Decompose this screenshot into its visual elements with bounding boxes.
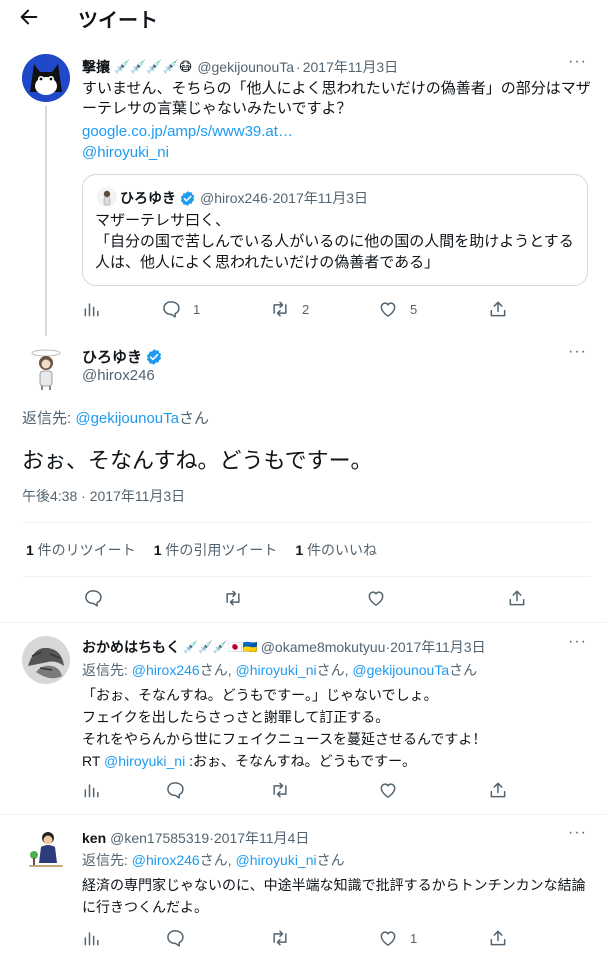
share-button[interactable] [488, 299, 508, 319]
analytics-icon[interactable] [82, 928, 102, 948]
more-icon[interactable]: ··· [568, 633, 587, 651]
reply-context: 返信先: @gekijounouTaさん [22, 410, 209, 427]
timestamp[interactable]: 2017年11月4日 [214, 828, 309, 848]
like-button[interactable]: 1 [378, 928, 417, 948]
quote-handle: @hirox246 [200, 190, 268, 206]
retweet-icon[interactable] [270, 780, 290, 800]
quote-timestamp: 2017年11月3日 [272, 190, 369, 206]
mention-link[interactable]: @hiroyuki_ni [82, 143, 169, 163]
share-icon [488, 299, 508, 319]
share-icon[interactable] [507, 588, 527, 608]
tweet-header: 撃攘 💉💉💉💉😷 @gekijounouTa · 2017年11月3日 [82, 57, 398, 77]
arrow-left-icon [20, 9, 38, 25]
handle[interactable]: @gekijounouTa [197, 59, 294, 75]
handle[interactable]: @okame8mokutyuu [261, 639, 386, 655]
reply-to-user-link[interactable]: @hiroyuki_ni [235, 662, 316, 678]
quote-tweet-stat[interactable]: 1 件の引用ツイート [154, 540, 278, 560]
back-button[interactable] [18, 6, 46, 28]
tweet-text: すいません、そちらの「他人によく思われたいだけの偽善者」の部分はマザーテレサの言… [82, 80, 591, 117]
heart-icon[interactable] [366, 588, 386, 608]
timestamp[interactable]: 2017年11月3日 [303, 57, 398, 77]
reply-icon [161, 299, 181, 319]
display-name[interactable]: おかめはちもく [82, 637, 180, 657]
main-actions [22, 588, 590, 610]
share-icon[interactable] [488, 780, 508, 800]
retweet-icon [270, 299, 290, 319]
analytics-button[interactable] [82, 299, 102, 319]
reply-icon[interactable] [83, 588, 103, 608]
reply-to-user-link[interactable]: @hirox246 [132, 662, 200, 678]
share-icon[interactable] [488, 928, 508, 948]
analytics-icon [82, 299, 102, 319]
heart-icon[interactable] [378, 780, 398, 800]
name-emojis: 💉💉💉💉😷 [114, 59, 193, 74]
display-name[interactable]: 撃攘 [82, 57, 110, 77]
reply-context: 返信先: @hirox246さん, @hiroyuki_niさん [82, 852, 345, 868]
main-handle[interactable]: @hirox246 [82, 367, 155, 384]
analytics-icon[interactable] [82, 780, 102, 800]
more-icon[interactable]: ··· [568, 343, 587, 361]
avatar[interactable] [22, 636, 70, 684]
verified-badge-icon [146, 348, 162, 365]
tweet-actions: 1 [82, 928, 588, 948]
reply-icon[interactable] [165, 780, 185, 800]
retweet-icon[interactable] [223, 588, 243, 608]
reply-button[interactable]: 1 [161, 299, 200, 319]
retweet-stat[interactable]: 1 件のリツイート [26, 540, 136, 560]
display-name[interactable]: ken [82, 830, 106, 846]
like-button[interactable]: 5 [378, 299, 417, 319]
quote-text: マザーテレサ曰く、 「自分の国で苦しんでいる人がいるのに他の国の人間を助けようと… [95, 212, 574, 271]
tweet-text: 「おぉ、そなんすね。どうもですー。」じゃないでしょ。 フェイクを出したらさっさと… [82, 687, 487, 769]
main-timestamp[interactable]: 午後4:38 · 2017年11月3日 [22, 486, 185, 506]
tweet-header: おかめはちもく 💉💉💉🇯🇵🇺🇦 @okame8mokutyuu · 2017年1… [82, 637, 486, 657]
main-tweet-text: おぉ、そなんすね。どうもですー。 [22, 448, 373, 473]
reply-icon[interactable] [165, 928, 185, 948]
separator: · [296, 59, 301, 75]
timestamp[interactable]: 2017年11月3日 [390, 637, 485, 657]
page-title: ツイート [78, 10, 158, 32]
main-header: ひろゆき [82, 346, 163, 367]
reply-context: 返信先: @hirox246さん, @hiroyuki_niさん, @gekij… [82, 662, 478, 678]
reply-to-user-link[interactable]: @gekijounouTa [75, 410, 179, 427]
handle[interactable]: @ken17585319 [110, 830, 209, 846]
retweet-icon[interactable] [270, 928, 290, 948]
reply-to-user-link[interactable]: @gekijounouTa [352, 662, 449, 678]
quote-display-name: ひろゆき [120, 190, 176, 206]
quote-avatar [97, 187, 117, 207]
like-count: 1 [410, 930, 418, 946]
avatar[interactable] [22, 825, 70, 873]
reply-count: 1 [193, 301, 201, 317]
heart-icon [378, 299, 398, 319]
retweet-button[interactable]: 2 [270, 299, 309, 319]
mention-link[interactable]: @hiroyuki_ni [104, 753, 185, 769]
like-stat[interactable]: 1 件のいいね [295, 540, 377, 560]
heart-icon [378, 928, 398, 948]
more-icon[interactable]: ··· [568, 824, 587, 842]
name-emojis: 💉💉💉🇯🇵🇺🇦 [183, 640, 258, 654]
like-count: 5 [410, 301, 418, 317]
tweet-text: 経済の専門家じゃないのに、中途半端な知識で批評するからトンチンカンな結論に行きつ… [82, 877, 586, 915]
tweet-actions [82, 780, 588, 800]
thread-line [45, 106, 47, 336]
avatar[interactable] [22, 54, 70, 102]
reply-to-user-link[interactable]: @hirox246 [132, 852, 200, 868]
main-avatar[interactable] [22, 343, 70, 391]
tweet-header: ken @ken17585319 · 2017年11月4日 [82, 828, 309, 848]
more-icon[interactable]: ··· [568, 53, 587, 71]
quote-header: ひろゆき @hirox246 · 2017年11月3日 [120, 188, 368, 208]
tweet-link[interactable]: google.co.jp/amp/s/www39.at… [82, 122, 293, 142]
retweet-count: 2 [302, 301, 310, 317]
engagement-stats: 1 件のリツイート 1 件の引用ツイート 1 件のいいね [26, 540, 377, 560]
verified-badge-icon [180, 190, 195, 206]
main-display-name[interactable]: ひろゆき [82, 346, 142, 367]
reply-to-user-link[interactable]: @hiroyuki_ni [235, 852, 316, 868]
